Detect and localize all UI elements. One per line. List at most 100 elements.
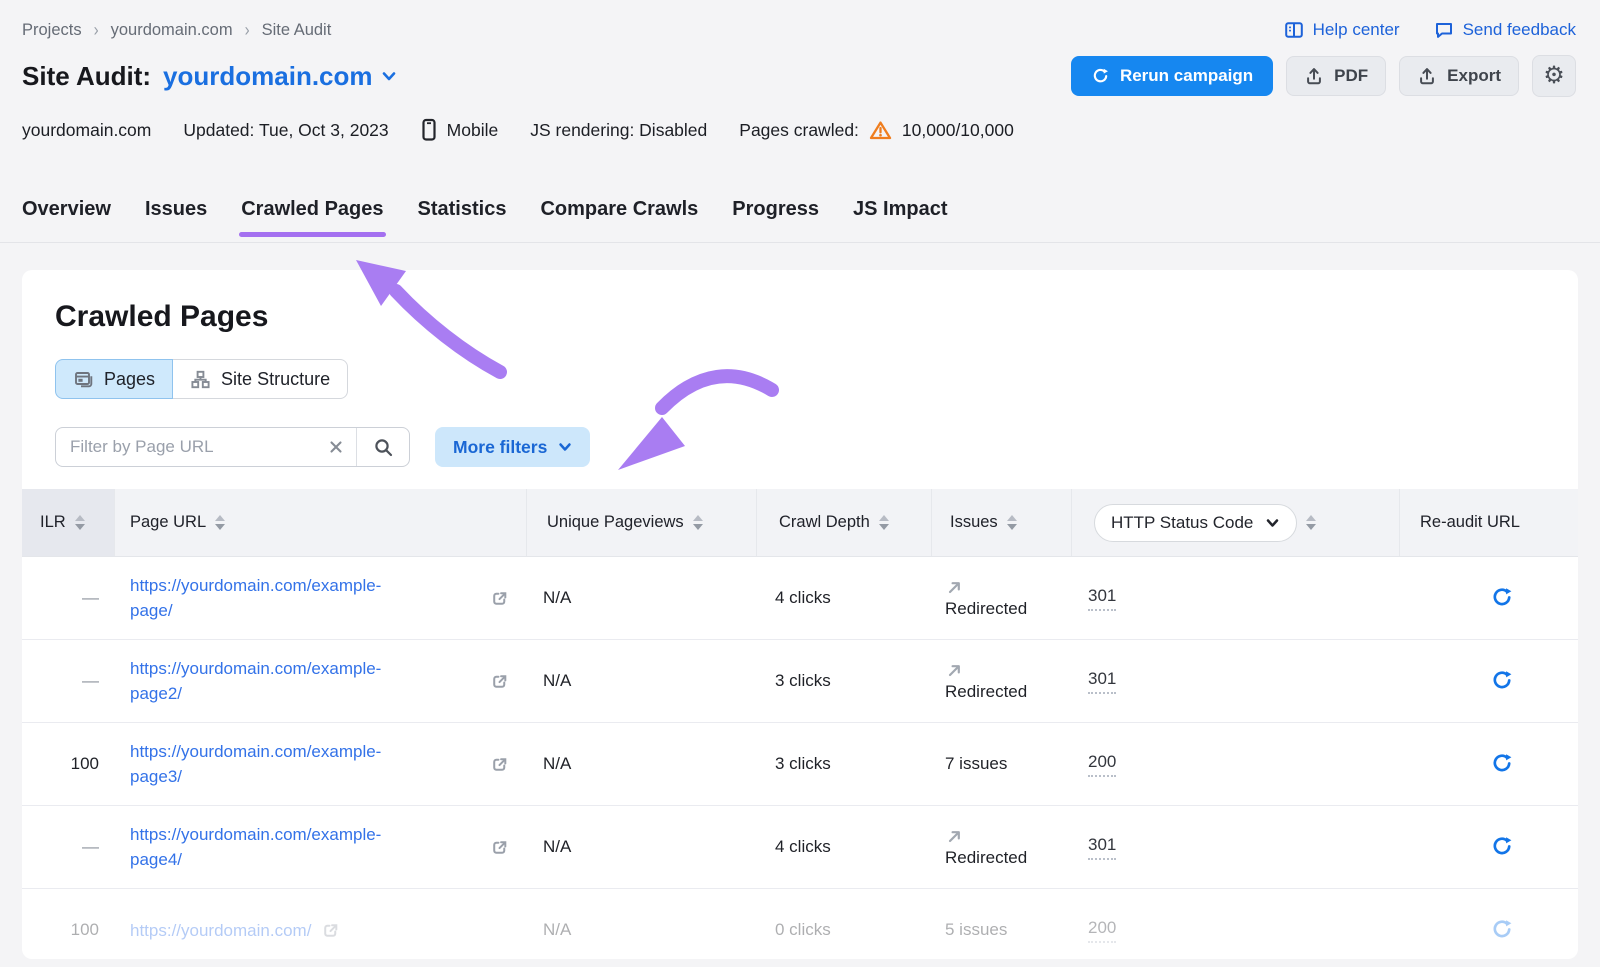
page-url-cell: https://yourdomain.com/example-page4/ (115, 822, 527, 872)
sort-icon[interactable] (215, 515, 225, 530)
phone-icon (421, 118, 437, 142)
page-url-link[interactable]: https://yourdomain.com/example-page2/ (130, 656, 482, 706)
refresh-icon (1091, 67, 1110, 86)
chevron-down-icon (558, 441, 572, 453)
campaign-meta: yourdomain.com Updated: Tue, Oct 3, 2023… (0, 98, 1600, 142)
column-header-ilr[interactable]: ILR (22, 489, 115, 556)
clear-icon[interactable] (316, 439, 356, 455)
title-row: Site Audit: yourdomain.com Rerun campaig… (0, 40, 1600, 98)
table-row: — https://yourdomain.com/example-page2/ … (22, 640, 1578, 723)
http-status-value[interactable]: 301 (1088, 835, 1116, 860)
reaudit-button[interactable] (1490, 752, 1514, 776)
sort-icon[interactable] (1306, 515, 1316, 530)
http-status-value[interactable]: 301 (1088, 669, 1116, 694)
ilr-value: — (22, 837, 115, 857)
page-url-link[interactable]: https://yourdomain.com/example-page3/ (130, 739, 482, 789)
page-url-link[interactable]: https://yourdomain.com/ (130, 918, 311, 943)
meta-updated: Updated: Tue, Oct 3, 2023 (183, 120, 388, 141)
external-link-icon[interactable] (321, 921, 340, 940)
external-link-icon[interactable] (490, 755, 509, 774)
panel-heading: Crawled Pages (55, 300, 1578, 334)
table-row: — https://yourdomain.com/example-page4/ … (22, 806, 1578, 889)
issues-cell: 7 issues (932, 754, 1072, 774)
sort-icon[interactable] (1007, 515, 1017, 530)
send-feedback-link[interactable]: Send feedback (1434, 20, 1576, 40)
issues-value[interactable]: 5 issues (945, 920, 1072, 940)
crawl-depth-value: 3 clicks (757, 671, 932, 691)
url-filter-input[interactable] (56, 437, 316, 457)
unique-pageviews-value: N/A (527, 754, 757, 774)
tab-js-impact[interactable]: JS Impact (853, 198, 947, 221)
meta-pages-crawled-label: Pages crawled: (739, 120, 859, 141)
export-label: Export (1447, 66, 1501, 86)
tabs-divider (0, 242, 1600, 243)
toggle-site-structure-button[interactable]: Site Structure (173, 359, 348, 399)
meta-js-rendering: JS rendering: Disabled (530, 120, 707, 141)
ilr-value: 100 (22, 920, 115, 940)
issues-value[interactable]: 7 issues (945, 754, 1072, 774)
http-status-value[interactable]: 200 (1088, 752, 1116, 777)
chevron-down-icon (381, 69, 397, 83)
column-header-issues[interactable]: Issues (932, 489, 1072, 556)
meta-device: Mobile (447, 120, 499, 141)
crawl-depth-value: 4 clicks (757, 588, 932, 608)
reaudit-button[interactable] (1490, 918, 1514, 942)
reaudit-button[interactable] (1490, 669, 1514, 693)
book-icon (1284, 20, 1304, 40)
breadcrumb-projects[interactable]: Projects (22, 21, 82, 40)
sort-icon[interactable] (879, 515, 889, 530)
sort-icon[interactable] (693, 515, 703, 530)
top-bar: Projects › yourdomain.com › Site Audit H… (0, 0, 1600, 40)
external-link-icon[interactable] (490, 838, 509, 857)
column-header-page-url[interactable]: Page URL (115, 489, 527, 556)
help-center-link[interactable]: Help center (1284, 20, 1400, 40)
crawled-pages-panel: Crawled Pages Pages Site Structure Mo (22, 270, 1578, 959)
tab-progress[interactable]: Progress (732, 198, 819, 221)
warning-icon (869, 120, 892, 140)
reaudit-button[interactable] (1490, 586, 1514, 610)
tab-overview[interactable]: Overview (22, 198, 111, 221)
campaign-selector[interactable]: yourdomain.com (163, 61, 396, 92)
column-header-reaudit-url: Re-audit URL (1400, 489, 1578, 556)
pdf-button[interactable]: PDF (1286, 56, 1386, 96)
tab-statistics[interactable]: Statistics (418, 198, 507, 221)
meta-domain: yourdomain.com (22, 120, 151, 141)
breadcrumb-chevron-icon: › (94, 19, 99, 40)
settings-button[interactable]: ⚙ (1532, 55, 1576, 97)
tab-compare-crawls[interactable]: Compare Crawls (540, 198, 698, 221)
report-tabs: Overview Issues Crawled Pages Statistics… (0, 198, 1600, 221)
sitemap-icon (190, 369, 211, 390)
pages-icon (73, 369, 94, 390)
sort-icon[interactable] (75, 515, 85, 530)
search-button[interactable] (356, 427, 409, 467)
breadcrumb-chevron-icon: › (245, 19, 250, 40)
redirect-arrow-icon (945, 661, 1072, 679)
page-url-link[interactable]: https://yourdomain.com/example-page4/ (130, 822, 482, 872)
page-url-cell: https://yourdomain.com/ (115, 918, 527, 943)
http-status-value[interactable]: 301 (1088, 586, 1116, 611)
external-link-icon[interactable] (490, 589, 509, 608)
breadcrumb-site-audit[interactable]: Site Audit (262, 21, 332, 40)
help-center-label: Help center (1313, 20, 1400, 40)
column-header-unique-pageviews[interactable]: Unique Pageviews (527, 489, 757, 556)
http-status-filter-dropdown[interactable]: HTTP Status Code (1094, 504, 1297, 542)
http-status-value[interactable]: 200 (1088, 918, 1116, 943)
tab-issues[interactable]: Issues (145, 198, 207, 221)
export-button[interactable]: Export (1399, 56, 1519, 96)
page-url-link[interactable]: https://yourdomain.com/example-page/ (130, 573, 482, 623)
upload-icon (1417, 66, 1437, 86)
breadcrumb: Projects › yourdomain.com › Site Audit (22, 21, 331, 40)
toggle-pages-button[interactable]: Pages (55, 359, 173, 399)
ilr-value: 100 (22, 754, 115, 774)
reaudit-button[interactable] (1490, 835, 1514, 859)
table-row: 100 https://yourdomain.com/example-page3… (22, 723, 1578, 806)
column-header-crawl-depth[interactable]: Crawl Depth (757, 489, 932, 556)
breadcrumb-domain[interactable]: yourdomain.com (111, 21, 233, 40)
external-link-icon[interactable] (490, 672, 509, 691)
tab-crawled-pages[interactable]: Crawled Pages (241, 198, 383, 221)
more-filters-button[interactable]: More filters (435, 427, 590, 467)
rerun-campaign-button[interactable]: Rerun campaign (1071, 56, 1273, 96)
page-url-cell: https://yourdomain.com/example-page3/ (115, 739, 527, 789)
unique-pageviews-value: N/A (527, 588, 757, 608)
url-filter (55, 427, 410, 467)
